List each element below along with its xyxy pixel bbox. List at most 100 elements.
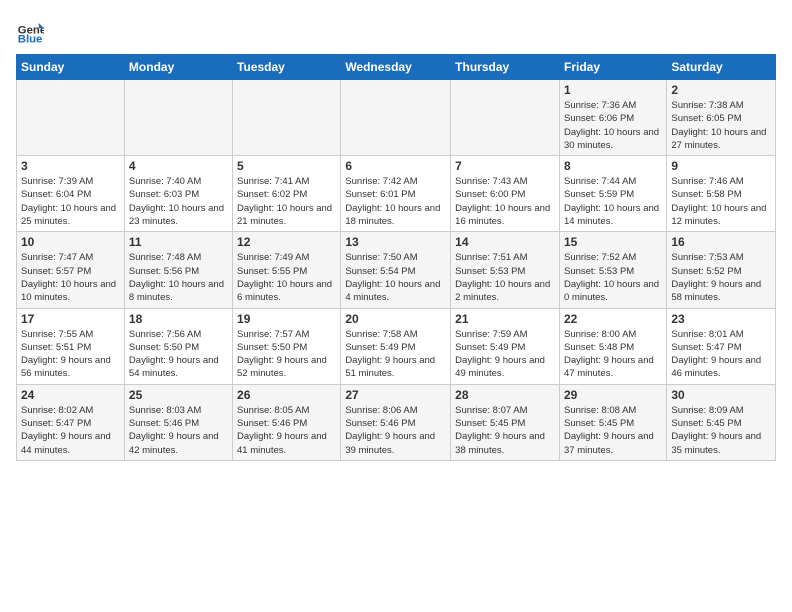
calendar-cell: 5 Sunrise: 7:41 AM Sunset: 6:02 PM Daylig… [233, 156, 341, 232]
day-info: Sunrise: 7:51 AM Sunset: 5:53 PM Dayligh… [455, 251, 555, 304]
calendar-cell: 20 Sunrise: 7:58 AM Sunset: 5:49 PM Dayli… [341, 308, 451, 384]
header-wednesday: Wednesday [341, 55, 451, 80]
calendar-cell [233, 80, 341, 156]
day-number: 17 [21, 312, 120, 326]
calendar-cell: 17 Sunrise: 7:55 AM Sunset: 5:51 PM Dayli… [17, 308, 125, 384]
day-info: Sunrise: 7:56 AM Sunset: 5:50 PM Dayligh… [129, 328, 228, 381]
calendar-cell: 13 Sunrise: 7:50 AM Sunset: 5:54 PM Dayli… [341, 232, 451, 308]
calendar-week-4: 17 Sunrise: 7:55 AM Sunset: 5:51 PM Dayli… [17, 308, 776, 384]
day-number: 14 [455, 235, 555, 249]
day-info: Sunrise: 7:44 AM Sunset: 5:59 PM Dayligh… [564, 175, 662, 228]
day-number: 2 [671, 83, 771, 97]
day-number: 7 [455, 159, 555, 173]
calendar-cell: 9Sunrise: 7:46 AM Sunset: 5:58 PM Daylig… [667, 156, 776, 232]
calendar-week-1: 1Sunrise: 7:36 AM Sunset: 6:06 PM Daylig… [17, 80, 776, 156]
day-info: Sunrise: 8:09 AM Sunset: 5:45 PM Dayligh… [671, 404, 771, 457]
day-info: Sunrise: 8:05 AM Sunset: 5:46 PM Dayligh… [237, 404, 336, 457]
day-number: 27 [345, 388, 446, 402]
calendar-cell: 14 Sunrise: 7:51 AM Sunset: 5:53 PM Dayli… [451, 232, 560, 308]
day-number: 19 [237, 312, 336, 326]
header-tuesday: Tuesday [233, 55, 341, 80]
calendar-cell: 25 Sunrise: 8:03 AM Sunset: 5:46 PM Dayli… [124, 384, 232, 460]
day-info: Sunrise: 7:58 AM Sunset: 5:49 PM Dayligh… [345, 328, 446, 381]
calendar-cell: 8 Sunrise: 7:44 AM Sunset: 5:59 PM Daylig… [559, 156, 666, 232]
day-number: 29 [564, 388, 662, 402]
calendar-cell: 23 Sunrise: 8:01 AM Sunset: 5:47 PM Dayli… [667, 308, 776, 384]
day-number: 15 [564, 235, 662, 249]
day-number: 13 [345, 235, 446, 249]
day-number: 21 [455, 312, 555, 326]
calendar-cell: 16Sunrise: 7:53 AM Sunset: 5:52 PM Dayli… [667, 232, 776, 308]
day-number: 26 [237, 388, 336, 402]
day-number: 25 [129, 388, 228, 402]
calendar-cell: 10 Sunrise: 7:47 AM Sunset: 5:57 PM Dayli… [17, 232, 125, 308]
calendar-cell [124, 80, 232, 156]
calendar-cell: 27Sunrise: 8:06 AM Sunset: 5:46 PM Dayli… [341, 384, 451, 460]
day-number: 28 [455, 388, 555, 402]
day-number: 12 [237, 235, 336, 249]
page-header: General Blue [16, 16, 776, 44]
day-info: Sunrise: 7:49 AM Sunset: 5:55 PM Dayligh… [237, 251, 336, 304]
day-number: 18 [129, 312, 228, 326]
day-number: 10 [21, 235, 120, 249]
day-info: Sunrise: 8:08 AM Sunset: 5:45 PM Dayligh… [564, 404, 662, 457]
day-info: Sunrise: 7:36 AM Sunset: 6:06 PM Dayligh… [564, 99, 662, 152]
day-number: 6 [345, 159, 446, 173]
day-number: 3 [21, 159, 120, 173]
day-info: Sunrise: 8:03 AM Sunset: 5:46 PM Dayligh… [129, 404, 228, 457]
header-sunday: Sunday [17, 55, 125, 80]
header-thursday: Thursday [451, 55, 560, 80]
calendar-cell: 2Sunrise: 7:38 AM Sunset: 6:05 PM Daylig… [667, 80, 776, 156]
day-info: Sunrise: 7:57 AM Sunset: 5:50 PM Dayligh… [237, 328, 336, 381]
day-info: Sunrise: 7:43 AM Sunset: 6:00 PM Dayligh… [455, 175, 555, 228]
day-number: 5 [237, 159, 336, 173]
day-info: Sunrise: 7:53 AM Sunset: 5:52 PM Dayligh… [671, 251, 771, 304]
day-info: Sunrise: 7:59 AM Sunset: 5:49 PM Dayligh… [455, 328, 555, 381]
calendar-cell: 30 Sunrise: 8:09 AM Sunset: 5:45 PM Dayli… [667, 384, 776, 460]
header-friday: Friday [559, 55, 666, 80]
calendar-header-row: Sunday Monday Tuesday Wednesday Thursday… [17, 55, 776, 80]
day-info: Sunrise: 7:42 AM Sunset: 6:01 PM Dayligh… [345, 175, 446, 228]
calendar-cell: 15 Sunrise: 7:52 AM Sunset: 5:53 PM Dayli… [559, 232, 666, 308]
calendar-cell: 21 Sunrise: 7:59 AM Sunset: 5:49 PM Dayli… [451, 308, 560, 384]
calendar-cell: 29 Sunrise: 8:08 AM Sunset: 5:45 PM Dayli… [559, 384, 666, 460]
calendar-cell: 28 Sunrise: 8:07 AM Sunset: 5:45 PM Dayli… [451, 384, 560, 460]
day-info: Sunrise: 7:40 AM Sunset: 6:03 PM Dayligh… [129, 175, 228, 228]
day-number: 4 [129, 159, 228, 173]
calendar-cell: 6 Sunrise: 7:42 AM Sunset: 6:01 PM Daylig… [341, 156, 451, 232]
day-info: Sunrise: 7:41 AM Sunset: 6:02 PM Dayligh… [237, 175, 336, 228]
calendar-cell: 1Sunrise: 7:36 AM Sunset: 6:06 PM Daylig… [559, 80, 666, 156]
calendar-table: Sunday Monday Tuesday Wednesday Thursday… [16, 54, 776, 461]
day-number: 22 [564, 312, 662, 326]
day-info: Sunrise: 7:46 AM Sunset: 5:58 PM Dayligh… [671, 175, 771, 228]
day-info: Sunrise: 7:55 AM Sunset: 5:51 PM Dayligh… [21, 328, 120, 381]
calendar-cell: 18 Sunrise: 7:56 AM Sunset: 5:50 PM Dayli… [124, 308, 232, 384]
day-number: 24 [21, 388, 120, 402]
calendar-week-3: 10 Sunrise: 7:47 AM Sunset: 5:57 PM Dayli… [17, 232, 776, 308]
day-info: Sunrise: 8:07 AM Sunset: 5:45 PM Dayligh… [455, 404, 555, 457]
calendar-cell: 7 Sunrise: 7:43 AM Sunset: 6:00 PM Daylig… [451, 156, 560, 232]
calendar-cell: 11Sunrise: 7:48 AM Sunset: 5:56 PM Dayli… [124, 232, 232, 308]
day-number: 30 [671, 388, 771, 402]
calendar-cell [17, 80, 125, 156]
logo: General Blue [16, 16, 46, 44]
day-info: Sunrise: 8:01 AM Sunset: 5:47 PM Dayligh… [671, 328, 771, 381]
day-info: Sunrise: 8:02 AM Sunset: 5:47 PM Dayligh… [21, 404, 120, 457]
day-info: Sunrise: 7:39 AM Sunset: 6:04 PM Dayligh… [21, 175, 120, 228]
calendar-cell: 3 Sunrise: 7:39 AM Sunset: 6:04 PM Daylig… [17, 156, 125, 232]
day-info: Sunrise: 7:50 AM Sunset: 5:54 PM Dayligh… [345, 251, 446, 304]
day-info: Sunrise: 8:00 AM Sunset: 5:48 PM Dayligh… [564, 328, 662, 381]
day-info: Sunrise: 7:47 AM Sunset: 5:57 PM Dayligh… [21, 251, 120, 304]
svg-text:Blue: Blue [18, 33, 43, 44]
header-saturday: Saturday [667, 55, 776, 80]
calendar-cell: 26 Sunrise: 8:05 AM Sunset: 5:46 PM Dayli… [233, 384, 341, 460]
day-number: 23 [671, 312, 771, 326]
day-info: Sunrise: 7:52 AM Sunset: 5:53 PM Dayligh… [564, 251, 662, 304]
calendar-cell: 19 Sunrise: 7:57 AM Sunset: 5:50 PM Dayli… [233, 308, 341, 384]
header-monday: Monday [124, 55, 232, 80]
calendar-cell [451, 80, 560, 156]
day-number: 8 [564, 159, 662, 173]
calendar-cell: 4 Sunrise: 7:40 AM Sunset: 6:03 PM Daylig… [124, 156, 232, 232]
calendar-week-5: 24 Sunrise: 8:02 AM Sunset: 5:47 PM Dayli… [17, 384, 776, 460]
day-number: 20 [345, 312, 446, 326]
